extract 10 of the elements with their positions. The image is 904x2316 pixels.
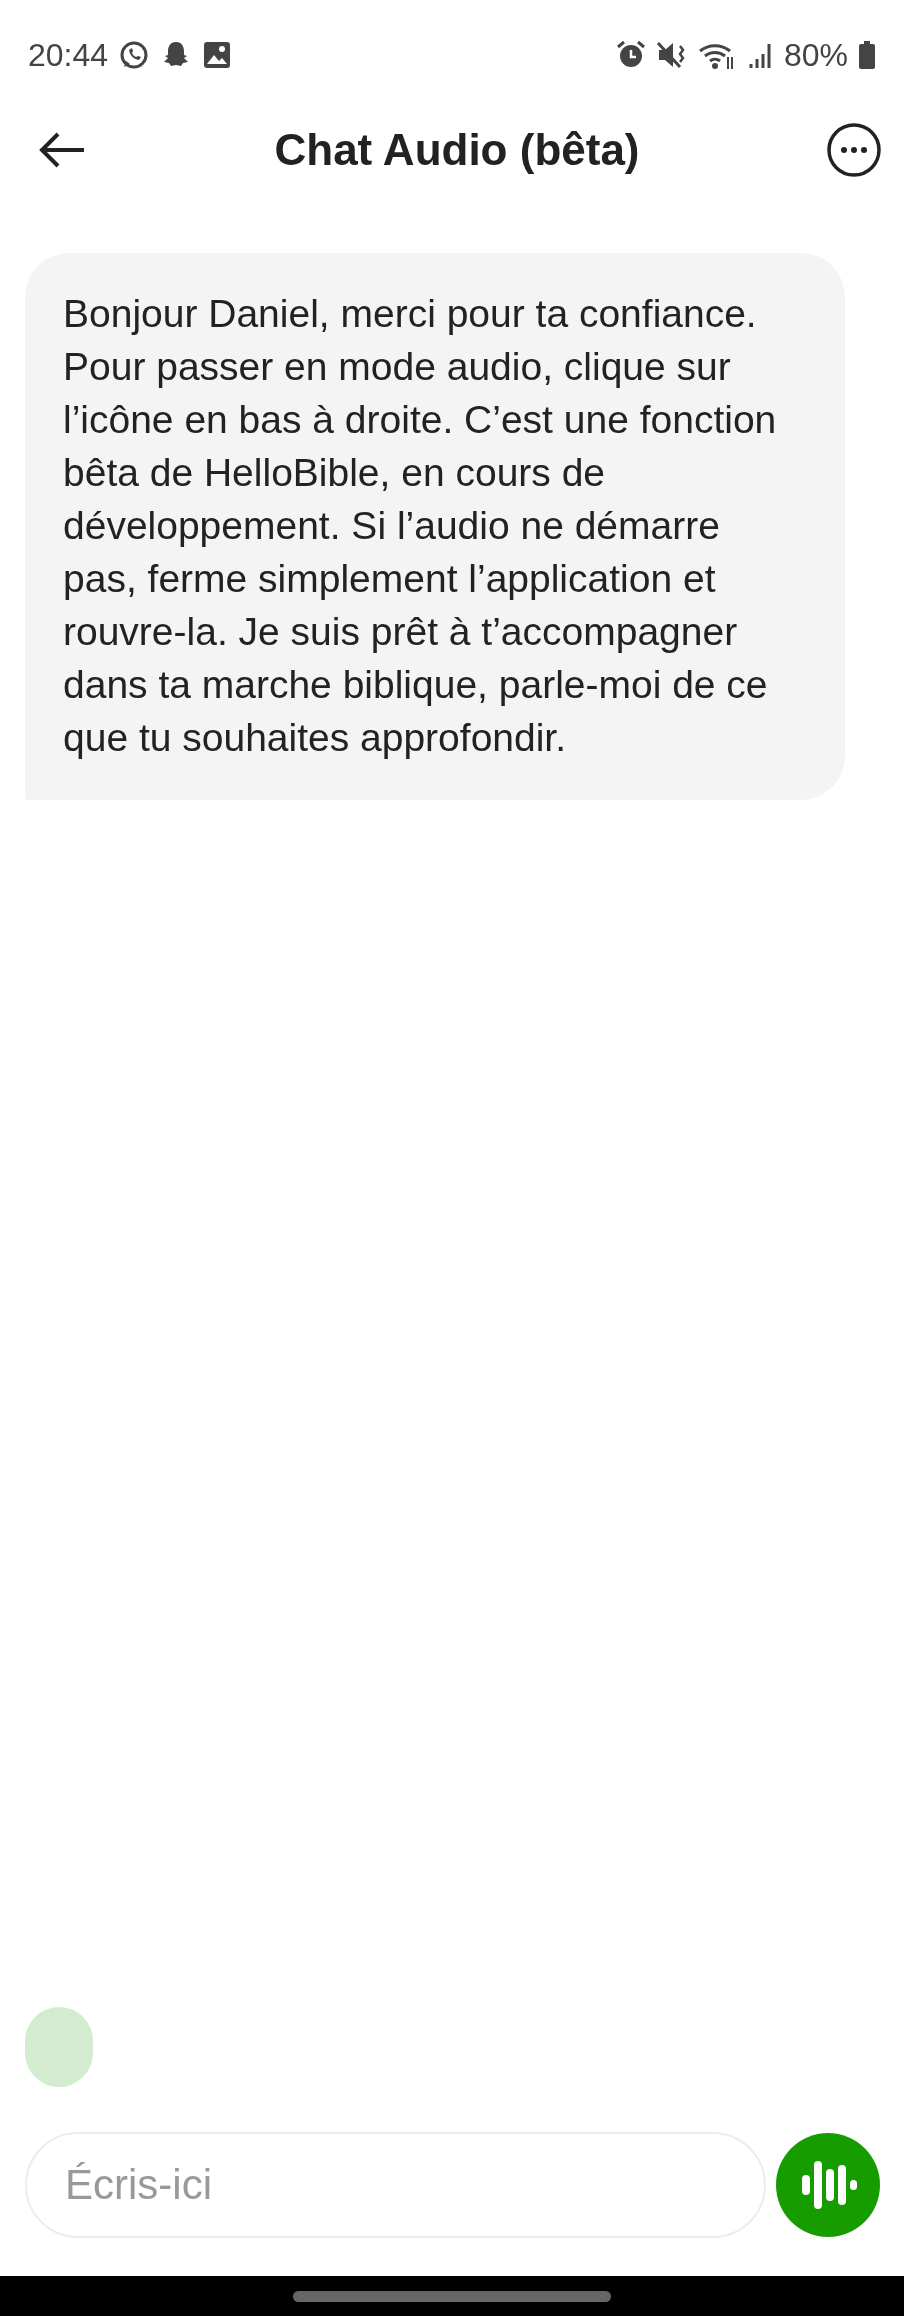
message-bubble: Bonjour Daniel, merci pour ta confiance. Pour passer en mode audio, clique sur l’icône en bas à droite. C’est une fonction bêta de HelloBible, en cours de développement. Si l’audio ne démarre pas, ferme simplement l’application et rouvre-la. Je suis prêt à t’accompagner dans ta marche biblique, parle-moi de ce que tu souhaites approfondir. xyxy=(25,253,845,800)
home-indicator[interactable] xyxy=(293,2290,611,2302)
battery-percent: 80% xyxy=(783,36,848,74)
battery-icon xyxy=(858,40,876,70)
status-time: 20:44 xyxy=(28,36,109,74)
alarm-clock-icon xyxy=(615,40,646,70)
more-options-icon[interactable] xyxy=(826,122,882,178)
image-icon xyxy=(202,40,233,70)
message-input[interactable]: Écris-ici xyxy=(25,2132,766,2238)
screen-title: Chat Audio (bêta) xyxy=(274,125,640,175)
